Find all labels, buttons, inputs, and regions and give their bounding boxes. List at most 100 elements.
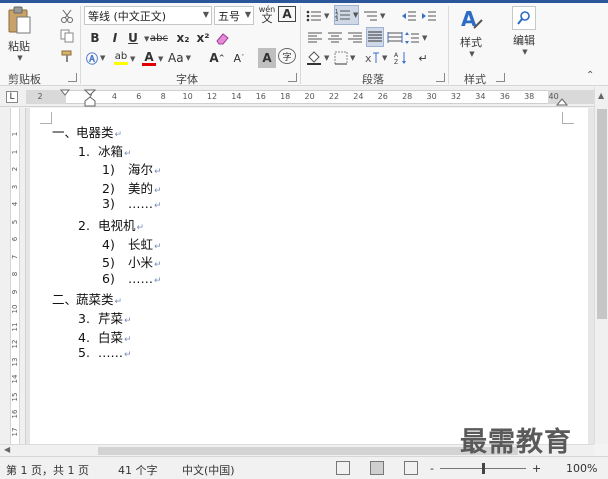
list-item[interactable]: 3) ……↵ — [102, 196, 162, 211]
align-center-button[interactable] — [326, 28, 344, 48]
font-color-button[interactable]: A — [140, 48, 158, 68]
list-item[interactable]: 4) 长虹↵ — [102, 234, 162, 253]
cut-button[interactable] — [58, 6, 76, 26]
superscript-button[interactable]: x² — [194, 28, 212, 48]
word-count[interactable]: 41 个字 — [118, 462, 158, 478]
list-item[interactable]: 2) 美的↵ — [102, 178, 162, 197]
sort-button[interactable]: AZ — [392, 48, 410, 68]
italic-button[interactable]: I — [106, 28, 124, 48]
styles-gallery-button[interactable]: A 样式 ▼ — [458, 6, 484, 58]
decrease-indent-button[interactable] — [400, 6, 418, 26]
ruler-number: 26 — [377, 92, 388, 101]
list-item[interactable]: 1) 海尔↵ — [102, 159, 162, 178]
numbering-button[interactable]: 1 2 3 ▼ — [334, 5, 360, 25]
strikethrough-button[interactable]: abc — [150, 28, 168, 48]
show-marks-button[interactable]: ↵ — [414, 48, 432, 68]
chinese-layout-button[interactable]: x ▼ — [364, 48, 387, 68]
clear-format-button[interactable] — [214, 28, 232, 48]
font-name-combo[interactable]: 等线 (中文正文) ▼ — [84, 6, 212, 25]
justify-button[interactable] — [366, 27, 384, 47]
zoom-slider-thumb[interactable] — [482, 463, 485, 474]
enclose-char-button[interactable]: 字 — [278, 48, 296, 64]
copy-button[interactable] — [58, 26, 76, 46]
vertical-scrollbar[interactable]: ▲ — [594, 87, 608, 444]
paste-button[interactable]: 粘贴 ▼ — [6, 6, 32, 62]
horizontal-scroll-thumb[interactable] — [98, 447, 518, 455]
borders-button[interactable]: ▼ — [334, 48, 355, 68]
paragraph-launcher-icon[interactable] — [436, 73, 445, 82]
clipboard-launcher-icon[interactable] — [68, 73, 77, 82]
read-mode-icon[interactable] — [336, 461, 350, 475]
grow-font-button[interactable]: A ^ — [208, 48, 226, 68]
bullets-button[interactable]: ▼ — [306, 6, 329, 26]
list-item[interactable]: 2. 电视机↵ — [78, 215, 144, 234]
zoom-in-button[interactable]: + — [532, 462, 541, 475]
list-item[interactable]: 二、蔬菜类↵ — [52, 289, 122, 308]
font-launcher-icon[interactable] — [288, 73, 297, 82]
list-item[interactable]: 5. ……↵ — [78, 345, 132, 360]
vertical-ruler-number: 14 — [11, 374, 19, 384]
paragraph-mark-icon: ↵ — [154, 167, 162, 178]
horizontal-ruler[interactable]: L 2246810121416182022242628303234363840 — [0, 87, 608, 107]
align-left-icon — [308, 32, 322, 43]
styles-launcher-icon[interactable] — [496, 73, 505, 82]
styles-dropdown-icon[interactable]: ▼ — [469, 50, 474, 58]
scroll-left-icon[interactable]: ◀ — [4, 445, 10, 454]
zoom-level[interactable]: 100% — [566, 462, 597, 475]
shrink-font-button[interactable]: Aˇ — [230, 48, 248, 68]
list-item[interactable]: 一、电器类↵ — [52, 122, 122, 141]
phonetic-guide-button[interactable]: wén 文 — [258, 4, 276, 24]
collapse-ribbon-icon[interactable]: ⌃ — [586, 70, 594, 81]
print-layout-icon[interactable] — [370, 461, 384, 475]
web-layout-icon[interactable] — [404, 461, 418, 475]
list-text: …… — [128, 196, 153, 212]
paragraph-mark-icon: ↵ — [154, 260, 162, 271]
document-page[interactable]: 一、电器类↵ 1. 冰箱↵ 1) 海尔↵ 2) 美的↵ 3) ……↵ 2. 电视机↵ 4) 长虹↵ 5) 小… — [30, 108, 588, 444]
font-color-dropdown-icon[interactable]: ▼ — [158, 55, 163, 63]
format-painter-button[interactable] — [58, 46, 76, 66]
first-line-indent-icon[interactable] — [60, 89, 70, 97]
shading-button[interactable]: ▼ — [306, 48, 329, 68]
font-group-label: 字体 — [176, 73, 198, 86]
page-count[interactable]: 第 1 页，共 1 页 — [6, 462, 89, 478]
scroll-up-icon[interactable]: ▲ — [598, 91, 604, 100]
editing-button[interactable]: 编辑 ▼ — [512, 6, 536, 56]
right-indent-icon[interactable] — [556, 96, 568, 106]
tab-selector[interactable]: L — [6, 91, 18, 103]
copy-icon — [60, 29, 74, 43]
multilevel-list-button[interactable]: ▼ — [362, 6, 385, 26]
list-number: 2) — [102, 180, 115, 196]
char-shading-button[interactable]: A — [258, 48, 276, 68]
distributed-button[interactable] — [386, 28, 404, 48]
vertical-scroll-thumb[interactable] — [597, 109, 607, 319]
font-size-combo[interactable]: 五号 ▼ — [214, 6, 254, 25]
align-right-button[interactable] — [346, 28, 364, 48]
editing-dropdown-icon[interactable]: ▼ — [522, 48, 527, 56]
highlight-dropdown-icon[interactable]: ▼ — [130, 55, 135, 63]
bold-button[interactable]: B — [86, 28, 104, 48]
language-indicator[interactable]: 中文(中国) — [182, 462, 235, 478]
increase-indent-button[interactable] — [420, 6, 438, 26]
indent-marker-icon[interactable] — [84, 89, 96, 107]
line-spacing-button[interactable]: ▼ — [404, 28, 427, 48]
highlight-button[interactable]: ab — [112, 48, 130, 68]
underline-dropdown-icon[interactable]: ▼ — [144, 35, 149, 43]
char-border-button[interactable]: A — [278, 6, 296, 22]
eraser-icon — [216, 33, 229, 45]
change-case-button[interactable]: Aa ▼ — [168, 48, 191, 68]
underline-button[interactable]: U — [124, 28, 142, 48]
subscript-button[interactable]: x₂ — [174, 28, 192, 48]
list-item[interactable]: 6) ……↵ — [102, 271, 162, 286]
text-effects-button[interactable]: Ⓐ ▼ — [86, 48, 105, 68]
list-item[interactable]: 5) 小米↵ — [102, 252, 162, 271]
list-item[interactable]: 1. 冰箱↵ — [78, 141, 132, 160]
list-text: 芹菜 — [98, 311, 124, 326]
zoom-out-button[interactable]: - — [430, 462, 434, 475]
list-item[interactable]: 4. 白菜↵ — [78, 327, 132, 346]
align-left-button[interactable] — [306, 28, 324, 48]
paste-dropdown-icon[interactable]: ▼ — [17, 54, 22, 62]
document-area[interactable]: 一、电器类↵ 1. 冰箱↵ 1) 海尔↵ 2) 美的↵ 3) ……↵ 2. 电视机↵ 4) 长虹↵ 5) 小… — [26, 108, 594, 444]
font-size-value: 五号 — [218, 9, 240, 23]
list-item[interactable]: 3. 芹菜↵ — [78, 308, 132, 327]
paste-label: 粘贴 — [8, 40, 30, 53]
